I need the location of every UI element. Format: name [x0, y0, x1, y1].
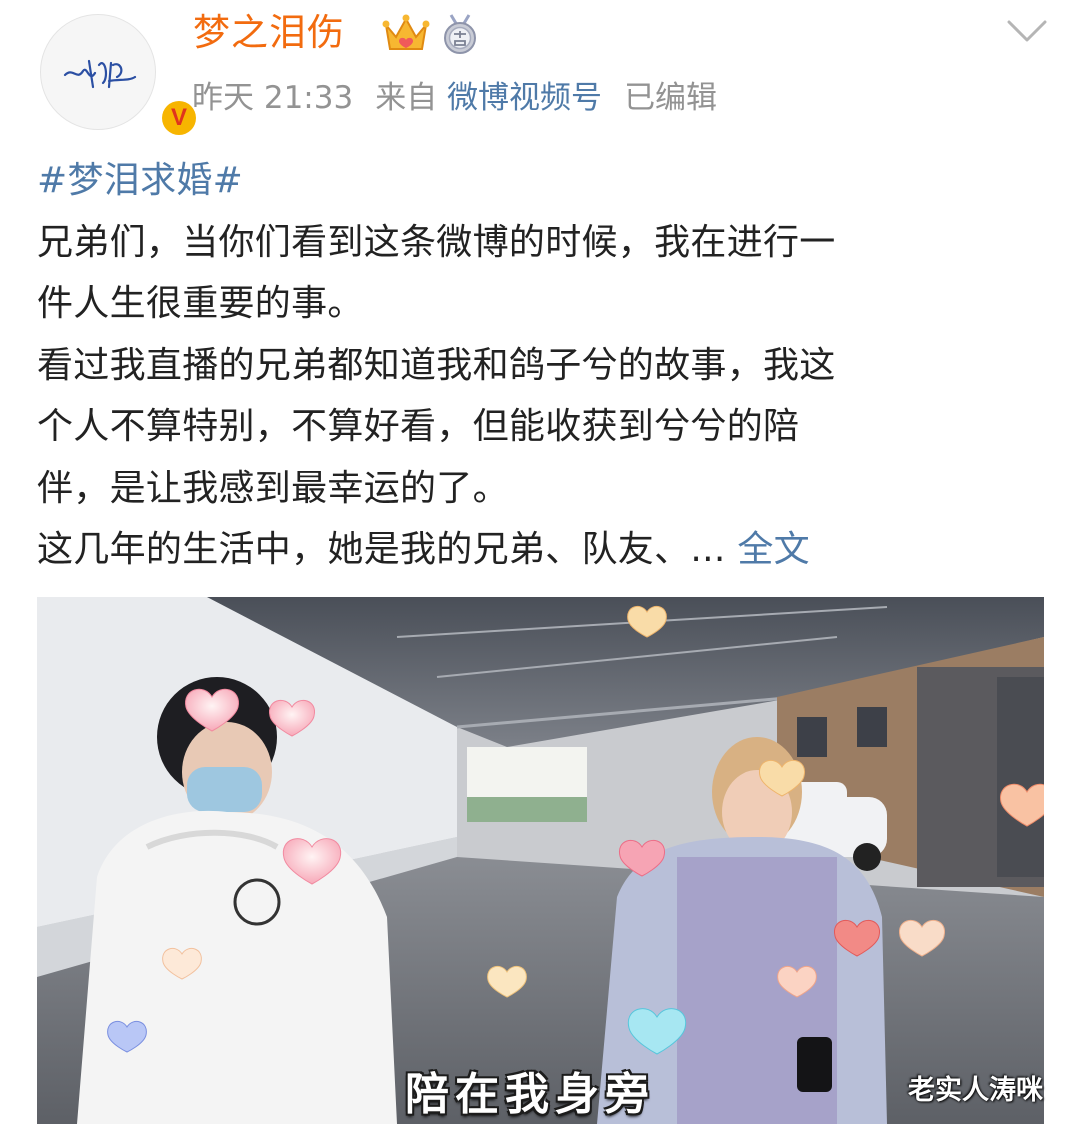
post-text-line: 兄弟们，当你们看到这条微博的时候，我在进行一 — [37, 221, 836, 263]
post-body: #梦泪求婚# 兄弟们，当你们看到这条微博的时候，我在进行一 件人生很重要的事。 … — [37, 150, 1047, 581]
post-time: 昨天 21:33 — [192, 80, 354, 116]
video-player[interactable] — [37, 597, 1044, 1124]
post-text-truncated: 这几年的生活中，她是我的兄弟、队友、... — [37, 529, 738, 570]
hashtag-link[interactable]: #梦泪求婚# — [37, 150, 1047, 212]
watermark-text: 老实人涛咪 — [908, 1075, 1043, 1106]
avatar-signature-image — [63, 59, 137, 89]
video-frame-image — [37, 597, 1044, 1124]
chevron-down-icon[interactable] — [1006, 18, 1048, 44]
post-source-link[interactable]: 微博视频号 — [447, 80, 602, 116]
post-header: V 梦之泪伤 昨天 21:33 来自 微博视频号 已编辑 — [0, 0, 1079, 138]
post-text-line: 看过我直播的兄弟都知道我和鸽子兮的故事，我这 — [37, 344, 836, 386]
video-subtitle: 陪在我身旁 — [405, 1069, 655, 1120]
post-text-line: 件人生很重要的事。 — [37, 283, 364, 324]
medal-badge-icon[interactable] — [441, 13, 479, 55]
crown-badge-icon[interactable] — [382, 13, 430, 55]
post-text-line: 个人不算特别，不算好看，但能收获到兮兮的陪 — [37, 406, 800, 447]
post-source-label: 来自 — [375, 80, 438, 116]
post-text-line-last: 这几年的生活中，她是我的兄弟、队友、... 全文 — [37, 519, 1047, 581]
post-text-line: 伴，是让我感到最幸运的了。 — [37, 467, 509, 509]
post-edited-label: 已编辑 — [624, 80, 718, 116]
author-avatar[interactable]: V — [40, 14, 199, 138]
author-name[interactable]: 梦之泪伤 — [193, 8, 345, 58]
post-meta: 昨天 21:33 来自 微博视频号 已编辑 — [192, 76, 717, 120]
read-more-link[interactable]: 全文 — [737, 529, 810, 570]
